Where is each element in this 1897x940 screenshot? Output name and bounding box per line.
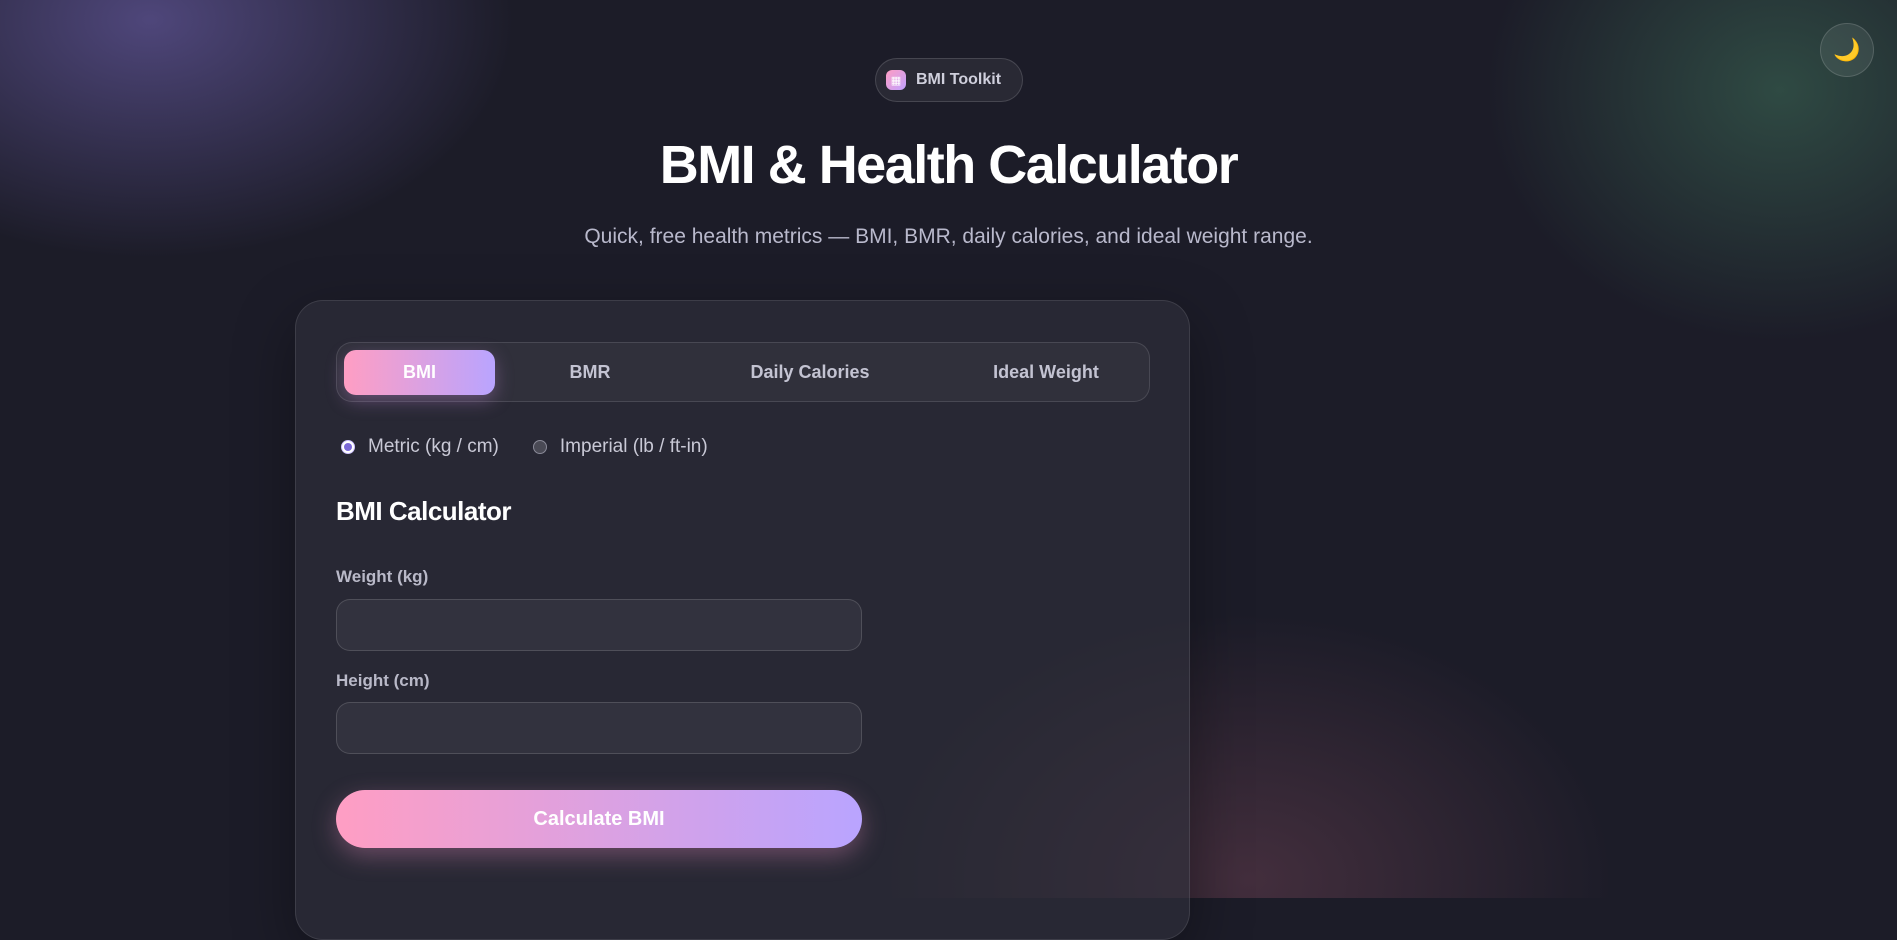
metric-radio[interactable] [341, 440, 355, 454]
unit-option-imperial[interactable]: Imperial (lb / ft-in) [532, 436, 708, 458]
imperial-radio-label: Imperial (lb / ft-in) [559, 436, 708, 457]
imperial-radio[interactable] [532, 440, 547, 454]
calculator-card: BMI BMR Daily Calories Ideal Weight Metr… [295, 300, 1190, 940]
height-input[interactable] [336, 702, 862, 754]
form-title: BMI Calculator [336, 496, 512, 526]
moon-icon: 🌙 [1833, 37, 1861, 62]
tab-bmr[interactable]: BMR [515, 350, 665, 395]
calculator-icon: ▦ [886, 70, 906, 90]
tab-ideal-weight[interactable]: Ideal Weight [947, 350, 1145, 395]
page-subtitle: Quick, free health metrics — BMI, BMR, d… [584, 225, 1313, 248]
page-title: BMI & Health Calculator [659, 135, 1239, 195]
calculate-bmi-button[interactable]: Calculate BMI [336, 790, 862, 848]
weight-input[interactable] [336, 599, 862, 651]
unit-selector: Metric (kg / cm) Imperial (lb / ft-in) [341, 434, 742, 460]
unit-option-metric[interactable]: Metric (kg / cm) [341, 436, 499, 458]
theme-toggle-button[interactable]: 🌙 [1820, 23, 1874, 77]
tab-bmi[interactable]: BMI [344, 350, 495, 395]
calculator-tabs: BMI BMR Daily Calories Ideal Weight [336, 342, 1150, 402]
badge-label: BMI Toolkit [916, 71, 1002, 88]
metric-radio-label: Metric (kg / cm) [368, 436, 499, 457]
height-label: Height (cm) [336, 671, 430, 690]
app-badge: ▦ BMI Toolkit [875, 58, 1023, 102]
weight-label: Weight (kg) [336, 567, 429, 586]
tab-daily-calories[interactable]: Daily Calories [685, 350, 935, 395]
